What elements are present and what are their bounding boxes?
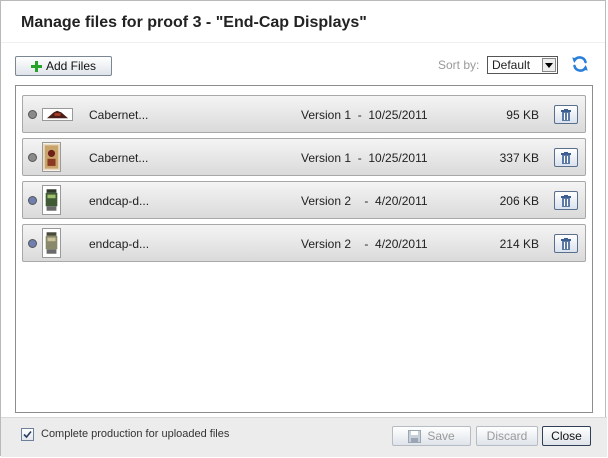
file-size: 206 KB bbox=[499, 194, 539, 208]
sort-by-select[interactable]: Default bbox=[487, 56, 558, 74]
complete-production-label: Complete production for uploaded files bbox=[41, 428, 230, 440]
file-row[interactable]: endcap-d... Version 2 - 4/20/2011 214 KB bbox=[22, 224, 586, 262]
file-thumbnail[interactable] bbox=[42, 108, 73, 121]
file-row[interactable]: Cabernet... Version 1 - 10/25/2011 95 KB bbox=[22, 95, 586, 133]
sort-by-label: Sort by: bbox=[438, 58, 480, 72]
file-version: Version 2 - 4/20/2011 bbox=[301, 237, 428, 251]
trash-icon bbox=[561, 151, 571, 164]
file-version: Version 2 - 4/20/2011 bbox=[301, 194, 428, 208]
title-divider bbox=[1, 42, 605, 43]
trash-icon bbox=[561, 194, 571, 207]
file-name[interactable]: endcap-d... bbox=[89, 194, 149, 208]
check-icon bbox=[23, 430, 32, 439]
manage-files-dialog: Manage files for proof 3 - "End-Cap Disp… bbox=[0, 0, 607, 457]
chevron-down-icon[interactable] bbox=[542, 58, 556, 72]
file-row[interactable]: Cabernet... Version 1 - 10/25/2011 337 K… bbox=[22, 138, 586, 176]
file-name[interactable]: endcap-d... bbox=[89, 237, 149, 251]
status-dot bbox=[28, 153, 37, 162]
close-label: Close bbox=[551, 429, 582, 443]
status-dot bbox=[28, 239, 37, 248]
file-row[interactable]: endcap-d... Version 2 - 4/20/2011 206 KB bbox=[22, 181, 586, 219]
dialog-footer: Complete production for uploaded files S… bbox=[1, 417, 607, 457]
file-size: 337 KB bbox=[499, 151, 539, 165]
save-label: Save bbox=[427, 429, 455, 443]
delete-button[interactable] bbox=[554, 148, 578, 167]
save-icon bbox=[408, 429, 422, 443]
file-thumbnail[interactable] bbox=[42, 142, 61, 172]
file-name[interactable]: Cabernet... bbox=[89, 151, 148, 165]
file-size: 95 KB bbox=[506, 108, 539, 122]
status-dot bbox=[28, 196, 37, 205]
file-thumbnail[interactable] bbox=[42, 228, 61, 258]
file-thumbnail[interactable] bbox=[42, 185, 61, 215]
trash-icon bbox=[561, 237, 571, 250]
discard-button[interactable]: Discard bbox=[476, 426, 538, 446]
status-dot bbox=[28, 110, 37, 119]
trash-icon bbox=[561, 108, 571, 121]
file-version: Version 1 - 10/25/2011 bbox=[301, 151, 428, 165]
close-button[interactable]: Close bbox=[542, 426, 591, 446]
add-files-button[interactable]: Add Files bbox=[15, 56, 112, 76]
save-button[interactable]: Save bbox=[392, 426, 471, 446]
delete-button[interactable] bbox=[554, 105, 578, 124]
delete-button[interactable] bbox=[554, 191, 578, 210]
complete-production-checkbox[interactable] bbox=[21, 428, 34, 441]
file-size: 214 KB bbox=[499, 237, 539, 251]
add-files-label: Add Files bbox=[45, 59, 97, 73]
refresh-icon[interactable] bbox=[571, 55, 589, 73]
file-version: Version 1 - 10/25/2011 bbox=[301, 108, 428, 122]
delete-button[interactable] bbox=[554, 234, 578, 253]
plus-icon bbox=[30, 60, 42, 72]
sort-by-value: Default bbox=[492, 58, 531, 72]
discard-label: Discard bbox=[486, 429, 528, 443]
file-list: Cabernet... Version 1 - 10/25/2011 95 KB bbox=[15, 85, 593, 413]
dialog-title: Manage files for proof 3 - "End-Cap Disp… bbox=[21, 14, 367, 31]
file-name[interactable]: Cabernet... bbox=[89, 108, 148, 122]
